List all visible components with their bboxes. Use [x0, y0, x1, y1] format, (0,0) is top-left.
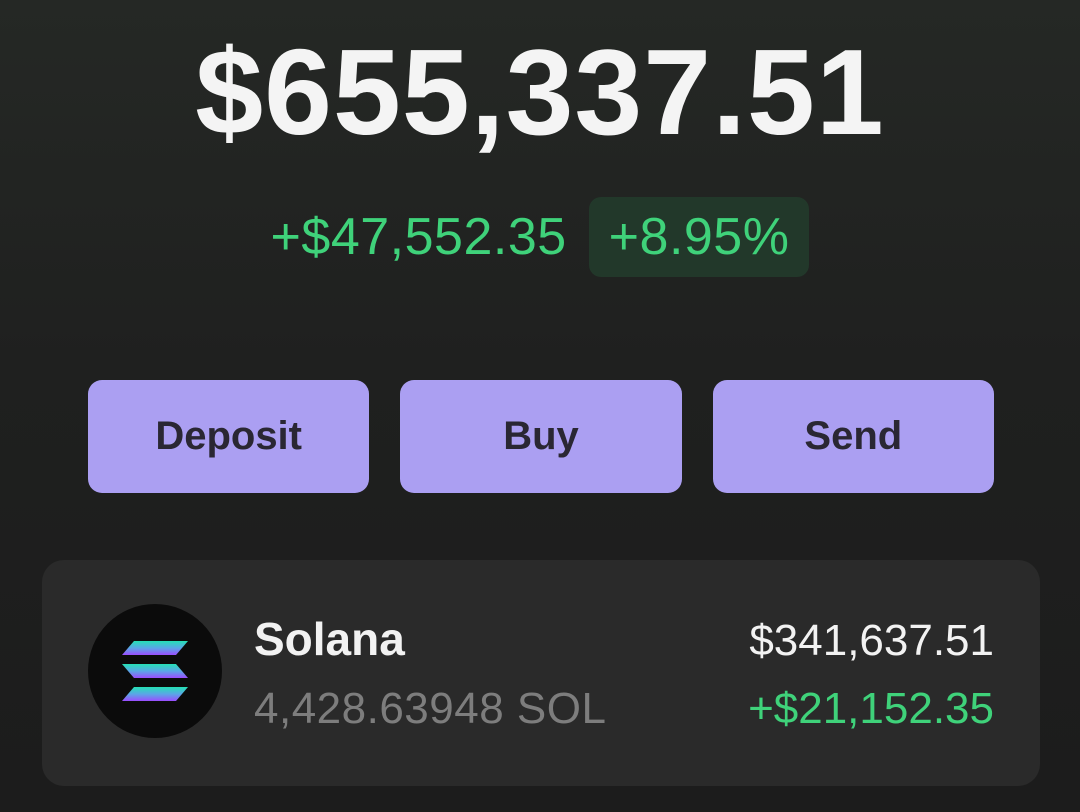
- token-name: Solana: [254, 613, 405, 665]
- token-amount: 4,428.63948 SOL: [254, 684, 607, 733]
- token-row-solana[interactable]: Solana 4,428.63948 SOL $341,637.51 +$21,…: [42, 560, 1040, 786]
- portfolio-change-row: +$47,552.35 +8.95%: [0, 192, 1080, 282]
- portfolio-change-amount: +$47,552.35: [270, 208, 567, 266]
- send-button[interactable]: Send: [712, 380, 994, 493]
- action-buttons-row: Deposit Buy Send: [88, 380, 994, 493]
- solana-logo-icon: [88, 604, 222, 738]
- buy-button[interactable]: Buy: [400, 380, 682, 493]
- portfolio-change-percent-badge: +8.95%: [588, 197, 810, 277]
- deposit-button[interactable]: Deposit: [88, 380, 370, 493]
- portfolio-balance: $655,337.51: [195, 24, 885, 160]
- token-value: $341,637.51: [749, 616, 994, 665]
- token-change: +$21,152.35: [748, 684, 994, 733]
